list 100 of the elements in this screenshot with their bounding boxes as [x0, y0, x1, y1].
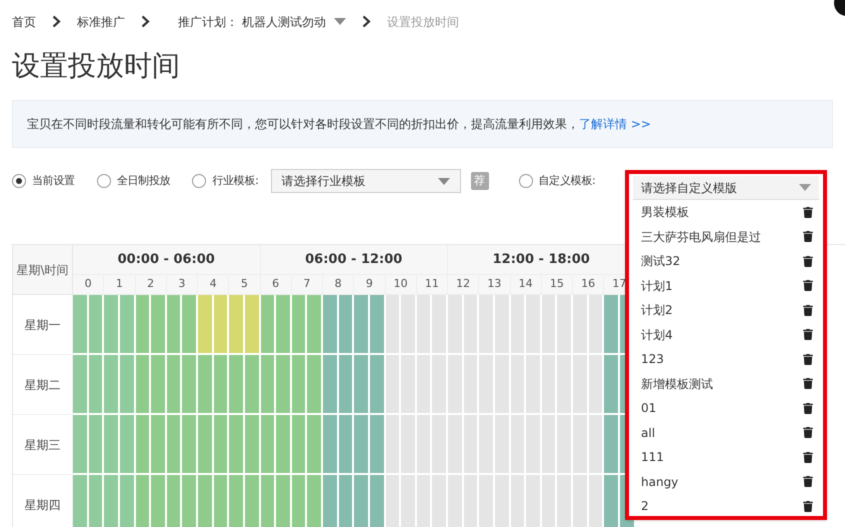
time-slot[interactable] [229, 295, 245, 355]
time-slot[interactable] [260, 415, 276, 475]
time-slot[interactable] [510, 415, 526, 475]
time-slot[interactable] [214, 355, 230, 415]
template-option[interactable]: all [633, 420, 819, 445]
template-option[interactable]: 计划4 [633, 322, 819, 347]
time-slot[interactable] [307, 475, 323, 527]
template-option[interactable]: 测试32 [633, 249, 819, 274]
time-slot[interactable] [276, 475, 292, 527]
time-slot[interactable] [448, 295, 464, 355]
time-slot[interactable] [370, 475, 386, 527]
time-slot[interactable] [526, 415, 542, 475]
time-slot[interactable] [214, 415, 230, 475]
time-slot[interactable] [354, 415, 370, 475]
time-slot[interactable] [386, 295, 402, 355]
delete-icon[interactable] [803, 206, 813, 218]
time-slot[interactable] [136, 415, 152, 475]
time-slot[interactable] [432, 295, 448, 355]
template-option[interactable]: 01 [633, 396, 819, 420]
radio-button[interactable] [12, 174, 26, 188]
time-slot[interactable] [276, 415, 292, 475]
time-slot[interactable] [510, 475, 526, 527]
learn-more-link[interactable]: 了解详情 >> [579, 117, 651, 131]
time-slot[interactable] [166, 295, 182, 355]
time-slot[interactable] [260, 295, 276, 355]
template-option[interactable]: hangy [633, 470, 819, 494]
time-slot[interactable] [182, 475, 198, 527]
delete-icon[interactable] [803, 329, 813, 340]
time-slot[interactable] [510, 295, 526, 355]
time-slot[interactable] [464, 475, 480, 527]
time-slot[interactable] [338, 415, 354, 475]
breadcrumb-link[interactable]: 首页 [12, 12, 36, 30]
time-slot[interactable] [229, 415, 245, 475]
time-slot[interactable] [104, 355, 120, 415]
time-slot[interactable] [73, 295, 89, 355]
time-slot[interactable] [526, 295, 542, 355]
time-slot[interactable] [401, 415, 417, 475]
time-slot[interactable] [386, 355, 402, 415]
time-slot[interactable] [386, 415, 402, 475]
radio-button[interactable] [518, 174, 533, 188]
delete-icon[interactable] [803, 402, 813, 414]
time-slot[interactable] [401, 475, 417, 527]
time-slot[interactable] [166, 355, 182, 415]
template-option[interactable]: 计划2 [633, 298, 819, 322]
industry-template-select[interactable]: 请选择行业模板 [270, 169, 461, 193]
time-slot[interactable] [244, 355, 260, 415]
time-slot[interactable] [198, 295, 214, 355]
time-slot[interactable] [354, 355, 370, 415]
time-slot[interactable] [73, 355, 89, 415]
time-slot[interactable] [88, 355, 104, 415]
time-slot[interactable] [448, 415, 464, 475]
time-slot[interactable] [323, 415, 339, 475]
time-slot[interactable] [323, 475, 339, 527]
time-slot[interactable] [416, 295, 432, 355]
template-option[interactable]: 计划1 [633, 274, 819, 298]
template-option[interactable]: 123 [633, 347, 819, 372]
delete-icon[interactable] [803, 452, 813, 463]
time-slot[interactable] [557, 475, 573, 527]
time-slot[interactable] [588, 415, 604, 475]
time-slot[interactable] [573, 475, 589, 527]
time-slot[interactable] [416, 475, 432, 527]
time-slot[interactable] [464, 355, 480, 415]
time-slot[interactable] [416, 355, 432, 415]
time-slot[interactable] [151, 475, 167, 527]
time-slot[interactable] [494, 295, 510, 355]
time-slot[interactable] [464, 295, 480, 355]
time-slot[interactable] [292, 355, 308, 415]
time-slot[interactable] [354, 475, 370, 527]
time-slot[interactable] [276, 355, 292, 415]
time-slot[interactable] [151, 415, 167, 475]
time-slot[interactable] [73, 415, 89, 475]
time-slot[interactable] [323, 295, 339, 355]
time-slot[interactable] [510, 355, 526, 415]
time-slot[interactable] [542, 295, 558, 355]
time-slot[interactable] [494, 355, 510, 415]
time-slot[interactable] [588, 295, 604, 355]
time-slot[interactable] [198, 415, 214, 475]
time-slot[interactable] [214, 295, 230, 355]
breadcrumb-menu[interactable]: 推广计划： 机器人测试勿动 [178, 12, 346, 30]
time-slot[interactable] [73, 475, 89, 527]
radio-button[interactable] [96, 174, 111, 188]
time-slot[interactable] [88, 415, 104, 475]
time-slot[interactable] [166, 415, 182, 475]
time-slot[interactable] [120, 415, 136, 475]
time-slot[interactable] [244, 475, 260, 527]
time-slot[interactable] [136, 355, 152, 415]
time-slot[interactable] [448, 475, 464, 527]
time-slot[interactable] [479, 415, 495, 475]
time-slot[interactable] [88, 295, 104, 355]
time-slot[interactable] [494, 475, 510, 527]
custom-template-select[interactable]: 请选择自定义模版 [633, 176, 819, 200]
time-slot[interactable] [588, 475, 604, 527]
time-slot[interactable] [244, 415, 260, 475]
time-slot[interactable] [479, 295, 495, 355]
time-slot[interactable] [292, 295, 308, 355]
delete-icon[interactable] [803, 354, 813, 365]
delete-icon[interactable] [803, 280, 813, 292]
time-slot[interactable] [120, 475, 136, 527]
delete-icon[interactable] [803, 427, 813, 438]
time-slot[interactable] [229, 355, 245, 415]
